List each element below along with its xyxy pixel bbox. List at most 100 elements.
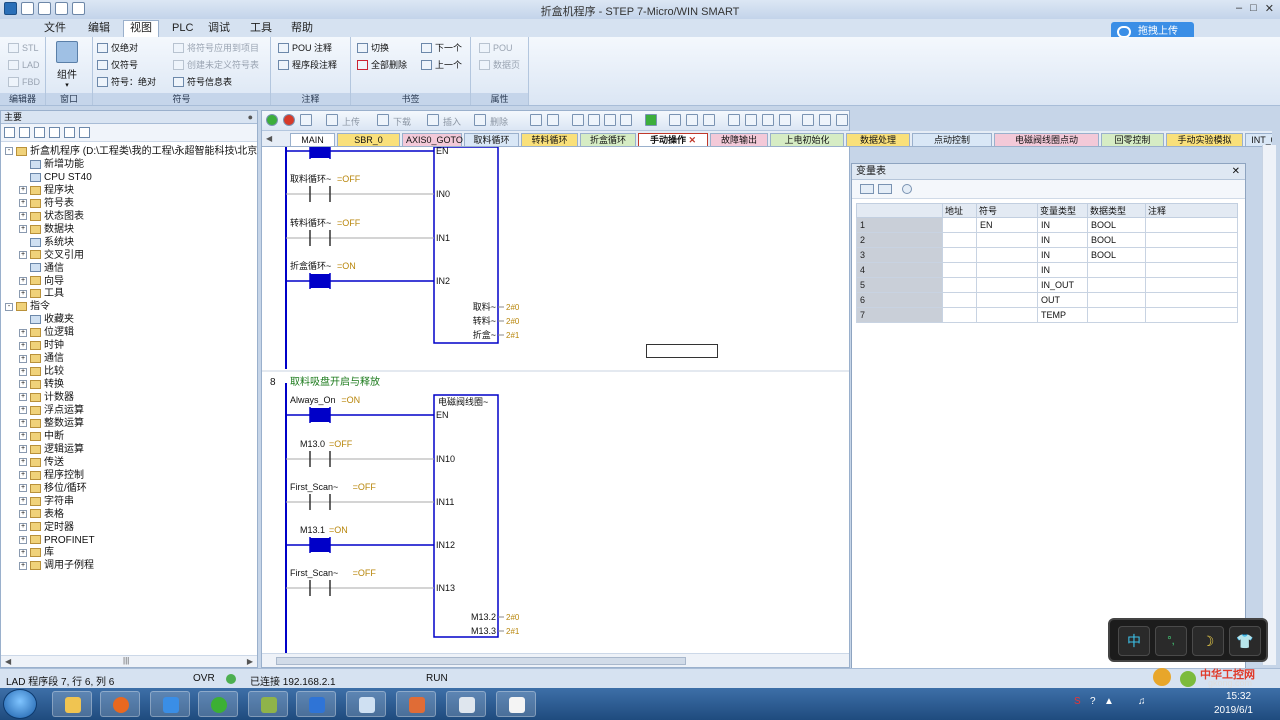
table-cell[interactable]: EN <box>976 217 1038 233</box>
ime-chinese-button[interactable]: 中 <box>1118 626 1150 656</box>
expand-icon[interactable]: + <box>19 276 27 285</box>
next-bookmark-button[interactable]: 下一个 <box>421 41 462 55</box>
ime-moon-button[interactable]: ☽ <box>1192 626 1224 656</box>
clock-date[interactable]: 2019/6/1 <box>1214 705 1253 716</box>
tab-pou[interactable]: 手动操作 ✕ <box>638 133 708 146</box>
expand-icon[interactable]: + <box>19 535 27 544</box>
tree-item[interactable]: 收藏夹 <box>19 313 74 326</box>
table-row[interactable]: 5 IN_OUT <box>856 277 1238 293</box>
menu-view[interactable]: 视图 <box>123 20 159 37</box>
fbd-button[interactable]: FBD <box>8 75 40 89</box>
tree-item[interactable]: + 程序控制 <box>19 469 84 482</box>
upload-icon[interactable] <box>326 114 338 126</box>
taskbar-step7[interactable] <box>346 691 386 717</box>
symbol-only-button[interactable]: 仅符号 <box>97 58 138 72</box>
taskbar-archive[interactable] <box>248 691 288 717</box>
toggle-bookmark-button[interactable]: 切换 <box>357 41 389 55</box>
tree-item[interactable]: + 浮点运算 <box>19 404 84 417</box>
floating-edit-box[interactable] <box>646 344 718 358</box>
table-cell[interactable] <box>942 307 977 323</box>
tree-item[interactable]: + 定时器 <box>19 521 74 534</box>
table-row[interactable]: 4 IN <box>856 262 1238 278</box>
tree-item[interactable]: CPU ST40 <box>19 171 92 184</box>
tree-item[interactable]: + 计数器 <box>19 391 74 404</box>
table-cell[interactable] <box>1145 307 1238 323</box>
tree-tool-icon[interactable] <box>19 127 30 138</box>
expand-icon[interactable]: + <box>19 445 27 454</box>
symbol-info-table-button[interactable]: 符号信息表 <box>173 75 232 89</box>
table-cell[interactable]: IN <box>1037 232 1088 248</box>
table-row[interactable]: 7 TEMP <box>856 307 1238 323</box>
contact[interactable] <box>309 407 331 423</box>
table-cell[interactable] <box>976 262 1038 278</box>
table-cell[interactable] <box>976 247 1038 263</box>
tree-tool-icon[interactable] <box>64 127 75 138</box>
contact-icon[interactable] <box>802 114 814 126</box>
close-icon[interactable]: ✕ <box>1265 2 1274 15</box>
lock-icon[interactable] <box>669 114 681 126</box>
tree-tool-icon[interactable] <box>49 127 60 138</box>
tab-pou[interactable]: 电磁阀线圈点动 <box>994 133 1099 146</box>
expand-icon[interactable]: + <box>19 509 27 518</box>
taskbar-app[interactable] <box>496 691 536 717</box>
expand-icon[interactable]: + <box>19 212 27 221</box>
expand-icon[interactable]: + <box>19 289 27 298</box>
taskbar-cloud[interactable] <box>150 691 190 717</box>
tab-pou[interactable]: AXIS0_GOTO <box>402 133 463 146</box>
volume-icon[interactable]: ♫ <box>1138 696 1146 707</box>
delete-icon[interactable] <box>474 114 486 126</box>
run-icon[interactable] <box>266 114 278 126</box>
redo-icon[interactable] <box>604 114 616 126</box>
menu-plc[interactable]: PLC <box>166 21 199 36</box>
tree-item[interactable]: + 库 <box>19 546 54 559</box>
table-cell[interactable] <box>1087 292 1146 308</box>
tree-item[interactable]: + 调用子例程 <box>19 559 94 572</box>
download-icon[interactable] <box>377 114 389 126</box>
go-icon[interactable] <box>645 114 657 126</box>
stl-button[interactable]: STL <box>8 41 39 55</box>
delete-label[interactable]: 删除 <box>490 115 508 128</box>
expand-icon[interactable]: + <box>19 199 27 208</box>
tab-scroll-left-icon[interactable]: ◀ <box>266 134 272 143</box>
table-cell[interactable]: BOOL <box>1087 217 1146 233</box>
tree-tool-icon[interactable] <box>79 127 90 138</box>
table-cell[interactable] <box>942 277 977 293</box>
table-row[interactable]: 1 EN IN BOOL <box>856 217 1238 233</box>
expand-icon[interactable]: + <box>19 367 27 376</box>
expand-icon[interactable]: + <box>19 328 27 337</box>
expand-icon[interactable]: + <box>19 341 27 350</box>
taskbar-paint[interactable] <box>396 691 436 717</box>
sogou-icon[interactable]: S <box>1074 696 1081 707</box>
tree-item[interactable]: 系统块 <box>19 236 74 249</box>
scroll-left-icon[interactable]: ◀ <box>5 657 11 666</box>
network-comment-button[interactable]: 程序段注释 <box>278 58 337 72</box>
table-cell[interactable] <box>942 232 977 248</box>
ime-punctuation-button[interactable]: °, <box>1155 626 1187 656</box>
tree-item[interactable]: + 时钟 <box>19 339 64 352</box>
taskbar-explorer[interactable] <box>52 691 92 717</box>
table-cell[interactable] <box>942 217 977 233</box>
tree-item[interactable]: + 符号表 <box>19 197 74 210</box>
table-cell[interactable]: BOOL <box>1087 247 1146 263</box>
column-header[interactable]: 地址 <box>942 203 977 218</box>
tab-pou[interactable]: 故障输出 <box>710 133 768 146</box>
collapse-icon[interactable]: - <box>5 302 13 311</box>
coil-icon[interactable] <box>819 114 831 126</box>
line-up-icon[interactable] <box>762 114 774 126</box>
table-row[interactable]: 3 IN BOOL <box>856 247 1238 263</box>
tree-item[interactable]: + 中断 <box>19 430 64 443</box>
program-status-icon[interactable] <box>530 114 542 126</box>
contact-en[interactable] <box>309 147 331 159</box>
lad-button[interactable]: LAD <box>8 58 40 72</box>
expand-icon[interactable]: + <box>19 484 27 493</box>
table-cell[interactable] <box>976 292 1038 308</box>
tab-pou[interactable]: 手动实验模拟 <box>1166 133 1243 146</box>
menu-debug[interactable]: 调试 <box>202 21 236 36</box>
absolute-only-button[interactable]: 仅绝对 <box>97 41 138 55</box>
tree-item[interactable]: + 字符串 <box>19 495 74 508</box>
tab-pou[interactable]: 转料循环 <box>521 133 578 146</box>
table-cell[interactable] <box>942 262 977 278</box>
tree-item[interactable]: + 移位/循环 <box>19 482 87 495</box>
tree-item[interactable]: + 位逻辑 <box>19 326 74 339</box>
table-cell[interactable] <box>942 292 977 308</box>
